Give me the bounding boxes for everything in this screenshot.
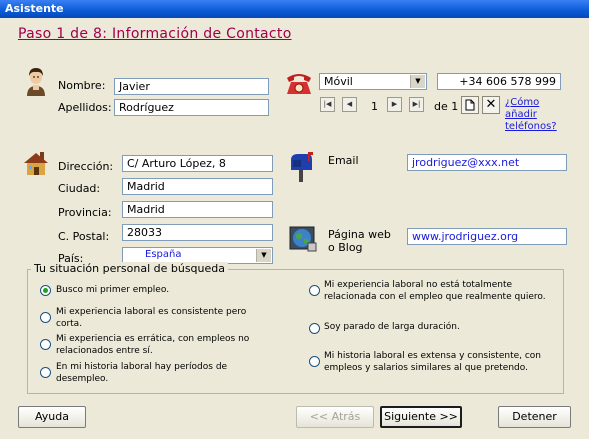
ciudad-label: Ciudad: bbox=[58, 182, 101, 195]
postal-field[interactable]: 28033 bbox=[122, 224, 273, 241]
radio-label-consistent-short[interactable]: Mi experiencia laboral es consistente pe… bbox=[56, 306, 256, 330]
radio-erratic[interactable] bbox=[40, 339, 51, 350]
pais-value: España bbox=[145, 249, 182, 260]
stop-button[interactable]: Detener bbox=[498, 406, 571, 428]
radio-unemployment-periods[interactable] bbox=[40, 367, 51, 378]
apellidos-label: Apellidos: bbox=[58, 101, 112, 114]
radio-not-related[interactable] bbox=[309, 285, 320, 296]
delete-icon: ✕ bbox=[485, 97, 497, 112]
mailbox-icon bbox=[288, 150, 314, 182]
new-record-button[interactable] bbox=[461, 96, 479, 114]
new-page-icon bbox=[465, 99, 475, 111]
radio-consistent-short[interactable] bbox=[40, 312, 51, 323]
postal-label: C. Postal: bbox=[58, 230, 110, 243]
radio-extensive-history[interactable] bbox=[309, 356, 320, 367]
person-icon bbox=[23, 66, 49, 98]
provincia-field[interactable]: Madrid bbox=[122, 201, 273, 218]
nombre-field[interactable]: Javier bbox=[114, 78, 269, 95]
next-record-button[interactable]: ▶ bbox=[387, 97, 402, 112]
radio-label-first-job[interactable]: Busco mi primer empleo. bbox=[56, 284, 276, 296]
window-title: Asistente bbox=[0, 0, 589, 18]
record-count: de 1 bbox=[434, 100, 459, 113]
email-label: Email bbox=[328, 154, 359, 167]
previous-record-button[interactable]: ◀ bbox=[342, 97, 357, 112]
first-record-button[interactable]: |◀ bbox=[320, 97, 335, 112]
web-field[interactable]: www.jrodriguez.org bbox=[407, 228, 567, 245]
email-field[interactable]: jrodriguez@xxx.net bbox=[407, 154, 567, 171]
last-record-button[interactable]: ▶| bbox=[409, 97, 424, 112]
web-label: Página web o Blog bbox=[328, 228, 391, 254]
nombre-label: Nombre: bbox=[58, 79, 106, 92]
situation-legend: Tu situación personal de búsqueda bbox=[31, 262, 229, 275]
phone-number-field[interactable]: +34 606 578 999 bbox=[437, 73, 561, 90]
next-button[interactable]: Siguiente >> bbox=[380, 406, 462, 428]
chevron-down-icon[interactable]: ▼ bbox=[256, 249, 271, 262]
house-icon bbox=[22, 149, 50, 177]
help-button[interactable]: Ayuda bbox=[18, 406, 86, 428]
provincia-label: Provincia: bbox=[58, 206, 112, 219]
direccion-label: Dirección: bbox=[58, 160, 114, 173]
back-button[interactable]: << Atrás bbox=[296, 406, 374, 428]
chevron-down-icon[interactable]: ▼ bbox=[410, 75, 425, 88]
add-phones-link[interactable]: ¿Cómo añadir teléfonos? bbox=[505, 97, 563, 133]
radio-long-term-unemployed[interactable] bbox=[309, 323, 320, 334]
globe-icon bbox=[289, 225, 317, 253]
phone-type-value: Móvil bbox=[324, 75, 353, 88]
radio-label-unemployment-periods[interactable]: En mi historia laboral hay períodos de d… bbox=[56, 361, 246, 385]
phone-type-select[interactable]: Móvil ▼ bbox=[319, 73, 427, 90]
radio-first-job[interactable] bbox=[40, 285, 51, 296]
radio-label-extensive-history[interactable]: Mi historia laboral es extensa y consist… bbox=[324, 350, 549, 374]
radio-label-not-related[interactable]: Mi experiencia laboral no está totalment… bbox=[324, 279, 549, 303]
record-number: 1 bbox=[371, 100, 378, 113]
apellidos-field[interactable]: Rodríguez bbox=[114, 99, 269, 116]
ciudad-field[interactable]: Madrid bbox=[122, 178, 273, 195]
delete-record-button[interactable]: ✕ bbox=[482, 96, 500, 114]
step-title: Paso 1 de 8: Información de Contacto bbox=[18, 26, 292, 42]
radio-label-long-term-unemployed[interactable]: Soy parado de larga duración. bbox=[324, 321, 549, 333]
telephone-icon bbox=[284, 70, 314, 96]
direccion-field[interactable]: C/ Arturo López, 8 bbox=[122, 155, 273, 172]
radio-label-erratic[interactable]: Mi experiencia es errática, con empleos … bbox=[56, 333, 256, 357]
